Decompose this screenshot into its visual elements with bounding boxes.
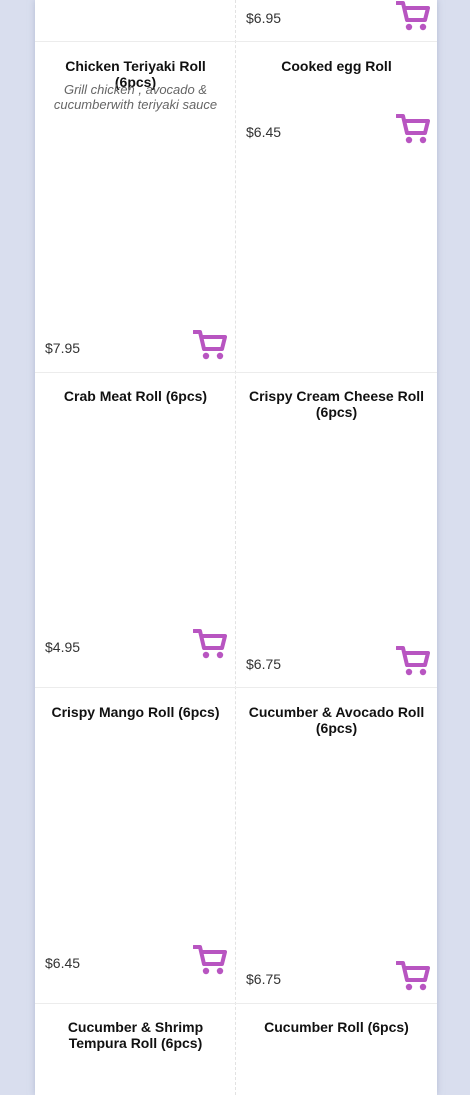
item-name: Cooked egg Roll [281,58,392,74]
add-to-cart-button[interactable] [193,944,227,976]
menu-item[interactable]: Cooked egg Roll $6.45 [236,41,437,372]
item-name: Crispy Cream Cheese Roll (6pcs) [248,388,425,420]
item-name: Cucumber & Avocado Roll (6pcs) [248,704,425,736]
add-to-cart-button[interactable] [396,113,430,145]
menu-item[interactable]: $6.95 [236,0,437,41]
menu-item[interactable]: Crispy Mango Roll (6pcs) $6.45 [35,687,236,1003]
add-to-cart-button[interactable] [396,960,430,992]
shopping-cart-icon [396,1,430,31]
item-description: Grill chicken , avocado & cucumberwith t… [53,82,218,112]
add-to-cart-button[interactable] [193,329,227,361]
item-price: $6.75 [246,971,282,987]
add-to-cart-button[interactable] [396,0,430,32]
item-price: $6.95 [246,10,282,26]
menu-item[interactable]: Crispy Cream Cheese Roll (6pcs) $6.75 [236,372,437,687]
shopping-cart-icon [396,961,430,991]
item-price: $6.45 [45,955,81,971]
item-name: Cucumber & Shrimp Tempura Roll (6pcs) [67,1019,204,1051]
menu-item[interactable]: Cucumber & Shrimp Tempura Roll (6pcs) [35,1003,236,1095]
shopping-cart-icon [193,330,227,360]
item-price: $6.45 [246,124,282,140]
shopping-cart-icon [396,646,430,676]
menu-item[interactable]: Cucumber Roll (6pcs) [236,1003,437,1095]
item-price: $7.95 [45,340,81,356]
item-price: $4.95 [45,639,81,655]
item-name: Crispy Mango Roll (6pcs) [51,704,220,720]
shopping-cart-icon [396,114,430,144]
shopping-cart-icon [193,629,227,659]
menu-item[interactable]: Crab Meat Roll (6pcs) $4.95 [35,372,236,687]
menu-panel: $6.95 Chicken Teriyaki Roll (6pcs) Grill… [35,0,437,1095]
item-name: Crab Meat Roll (6pcs) [63,388,208,404]
add-to-cart-button[interactable] [193,628,227,660]
add-to-cart-button[interactable] [396,645,430,677]
menu-item[interactable]: Cucumber & Avocado Roll (6pcs) $6.75 [236,687,437,1003]
shopping-cart-icon [193,945,227,975]
menu-item[interactable]: Chicken Teriyaki Roll (6pcs) Grill chick… [35,41,236,372]
item-name: Cucumber Roll (6pcs) [264,1019,409,1035]
item-price: $6.75 [246,656,282,672]
